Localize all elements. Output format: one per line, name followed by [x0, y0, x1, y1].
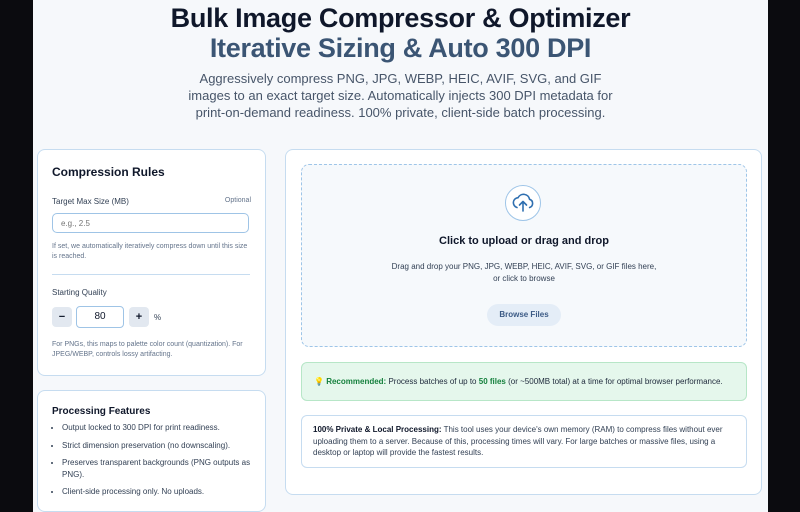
upload-description-line1: Drag and drop your PNG, JPG, WEBP, HEIC,… — [391, 262, 657, 271]
quality-input[interactable]: 80 — [76, 306, 124, 328]
recommendation-text-after: (or ~500MB total) at a time for optimal … — [508, 377, 723, 386]
divider — [52, 274, 250, 275]
compression-rules-panel: Compression Rules Target Max Size (MB) O… — [37, 149, 266, 376]
quality-help: For PNGs, this maps to palette color cou… — [52, 341, 243, 358]
page-subtitle-title: Iterative Sizing & Auto 300 DPI — [209, 33, 592, 63]
features-list: Output locked to 300 DPI for print readi… — [52, 422, 262, 504]
privacy-notice: 100% Private & Local Processing: This to… — [301, 415, 747, 468]
recommendation-banner: 💡 Recommended: Process batches of up to … — [301, 362, 747, 401]
privacy-label: 100% Private & Local Processing: — [313, 425, 442, 434]
quality-increment-button[interactable]: + — [129, 307, 149, 327]
cloud-upload-icon — [505, 185, 541, 221]
upload-dropzone[interactable]: Click to upload or drag and drop Drag an… — [301, 164, 747, 347]
list-item: Output locked to 300 DPI for print readi… — [62, 422, 262, 434]
page: Bulk Image Compressor & Optimizer Iterat… — [33, 0, 768, 512]
lightbulb-icon: 💡 — [314, 377, 324, 386]
recommendation-bold: 50 files — [478, 377, 506, 386]
upload-description: Drag and drop your PNG, JPG, WEBP, HEIC,… — [302, 261, 746, 284]
page-title: Bulk Image Compressor & Optimizer — [170, 3, 631, 33]
compression-rules-title: Compression Rules — [52, 165, 165, 179]
target-size-label: Target Max Size (MB) — [52, 197, 129, 206]
starting-quality-label: Starting Quality — [52, 288, 107, 297]
percent-label: % — [154, 313, 162, 322]
processing-features-title: Processing Features — [52, 406, 151, 417]
quality-decrement-button[interactable]: − — [52, 307, 72, 327]
list-item: Preserves transparent backgrounds (PNG o… — [62, 457, 262, 480]
upload-description-line2: or click to browse — [493, 273, 555, 283]
upload-panel: Click to upload or drag and drop Drag an… — [285, 149, 762, 495]
page-description: Aggressively compress PNG, JPG, WEBP, HE… — [188, 71, 613, 120]
target-size-input[interactable] — [52, 213, 249, 233]
list-item: Strict dimension preservation (no downsc… — [62, 440, 262, 452]
recommendation-text-before: Process batches of up to — [388, 377, 477, 386]
optional-label: Optional — [224, 197, 251, 204]
browse-files-button[interactable]: Browse Files — [487, 304, 561, 326]
target-size-help: If set, we automatically iteratively com… — [52, 243, 248, 260]
processing-features-panel: Processing Features Output locked to 300… — [37, 390, 266, 512]
upload-title: Click to upload or drag and drop — [439, 235, 609, 247]
recommendation-label: Recommended: — [326, 377, 387, 386]
list-item: Client-side processing only. No uploads. — [62, 486, 262, 498]
